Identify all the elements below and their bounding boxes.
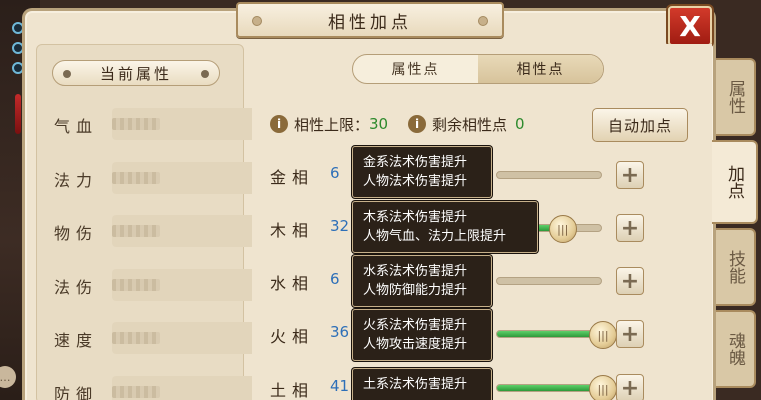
header-dot-icon [201, 70, 209, 78]
affinity-tooltip-earth: 土系法术伤害提升 [352, 368, 492, 400]
affinity-name: 金相 [270, 168, 315, 187]
remaining-points-value: 0 [515, 115, 525, 133]
affinity-limit-value: 30 [369, 115, 389, 133]
stat-value-hidden [112, 279, 160, 291]
stat-label: 法伤 [54, 278, 99, 297]
affinity-name: 火相 [270, 327, 315, 346]
tab-affinity-points[interactable]: 相性点 [478, 55, 603, 83]
cloud-ornament-icon [478, 16, 488, 26]
stat-value-hidden [112, 118, 160, 130]
panel-title-text: 相性加点 [328, 12, 412, 33]
remaining-points: i 剩余相性点 0 [408, 114, 525, 134]
stat-row-mp: 法力 [54, 162, 288, 194]
stat-label: 气血 [54, 117, 99, 136]
tooltip-line: 人物气血、法力上限提升 [363, 229, 507, 244]
slider-knob-icon[interactable]: ||| [589, 375, 617, 400]
tooltip-line: 金系法术伤害提升 [363, 155, 468, 170]
close-button[interactable]: X [668, 6, 712, 46]
plus-icon: + [620, 215, 640, 241]
add-point-button[interactable]: + [616, 374, 644, 400]
side-tab-skills[interactable]: 技能 [716, 228, 756, 306]
side-tab-label: 属性 [725, 80, 745, 114]
affinity-name: 水相 [270, 274, 315, 293]
stat-label: 速度 [54, 331, 99, 350]
stat-row-physical-damage: 物伤 [54, 215, 288, 247]
side-tab-label: 魂魄 [725, 332, 745, 366]
plus-icon: + [620, 321, 640, 347]
affinity-value: 6 [330, 164, 340, 182]
stat-value-hidden [112, 332, 160, 344]
point-type-tabs: 属性点 相性点 [352, 54, 604, 84]
tooltip-line: 人物防御能力提升 [363, 283, 468, 298]
current-attributes-header: 当前属性 [52, 60, 220, 86]
stat-row-speed: 速度 [54, 322, 288, 354]
plus-icon: + [620, 268, 640, 294]
affinity-value: 41 [330, 377, 350, 395]
stat-label: 法力 [54, 171, 99, 190]
remaining-points-label: 剩余相性点 [432, 115, 508, 134]
side-tab-soul[interactable]: 魂魄 [716, 310, 756, 388]
cloud-ornament-icon [252, 16, 262, 26]
tooltip-line: 水系法术伤害提升 [363, 264, 468, 279]
stat-value-hidden [112, 386, 160, 398]
close-icon: X [679, 9, 701, 43]
affinity-tooltip-fire: 火系法术伤害提升 人物攻击速度提升 [352, 309, 492, 361]
add-point-button[interactable]: + [616, 267, 644, 295]
affinity-limit-label: 相性上限： [294, 115, 370, 134]
side-tab-attributes[interactable]: 属性 [716, 58, 756, 136]
auto-allocate-button[interactable]: 自动加点 [592, 108, 688, 142]
side-tab-label: 加点 [724, 165, 744, 199]
stat-row-defense: 防御 [54, 376, 288, 400]
plus-icon: + [620, 375, 640, 400]
tooltip-line: 木系法术伤害提升 [363, 210, 468, 225]
stat-row-magic-damage: 法伤 [54, 269, 288, 301]
tooltip-line: 火系法术伤害提升 [363, 318, 468, 333]
panel-title: 相性加点 [236, 2, 504, 38]
affinity-value: 6 [330, 270, 340, 288]
affinity-slider[interactable]: ||| [496, 321, 617, 349]
plus-icon: + [620, 162, 640, 188]
stat-value-hidden [112, 225, 160, 237]
info-icon[interactable]: i [408, 115, 426, 133]
tab-attribute-points[interactable]: 属性点 [353, 55, 478, 83]
tassel-icon [15, 94, 21, 134]
current-attributes-title: 当前属性 [99, 64, 172, 83]
affinity-name: 土相 [270, 381, 315, 400]
tooltip-line: 人物法术伤害提升 [363, 174, 468, 189]
slider-knob-icon[interactable]: ||| [589, 321, 617, 349]
tooltip-line: 人物攻击速度提升 [363, 337, 468, 352]
affinity-value: 36 [330, 323, 350, 341]
info-icon[interactable]: i [270, 115, 288, 133]
affinity-slider[interactable]: ||| [496, 375, 617, 400]
stat-value-hidden [112, 172, 160, 184]
affinity-tooltip-water: 水系法术伤害提升 人物防御能力提升 [352, 255, 492, 307]
slider-knob-icon[interactable]: ||| [548, 215, 577, 243]
header-dot-icon [63, 70, 71, 78]
affinity-slider[interactable] [496, 171, 602, 179]
affinity-tooltip-metal: 金系法术伤害提升 人物法术伤害提升 [352, 146, 492, 198]
affinity-slider-fill [497, 385, 601, 391]
add-point-button[interactable]: + [616, 320, 644, 348]
affinity-limit: i 相性上限： 30 [270, 114, 388, 134]
side-tab-allocate[interactable]: 加点 [712, 140, 758, 224]
affinity-slider-fill [497, 331, 601, 337]
add-point-button[interactable]: + [616, 214, 644, 242]
chat-bubble-icon[interactable]: … [0, 366, 16, 388]
tooltip-line: 土系法术伤害提升 [363, 377, 468, 392]
affinity-value: 32 [330, 217, 350, 235]
side-tab-label: 技能 [725, 250, 745, 284]
stat-row-hp: 气血 [54, 108, 288, 140]
stat-label: 防御 [54, 385, 99, 400]
affinity-slider[interactable] [496, 277, 602, 285]
affinity-name: 木相 [270, 221, 315, 240]
add-point-button[interactable]: + [616, 161, 644, 189]
affinity-tooltip-wood: 木系法术伤害提升 人物气血、法力上限提升 [352, 201, 538, 253]
stat-label: 物伤 [54, 224, 99, 243]
